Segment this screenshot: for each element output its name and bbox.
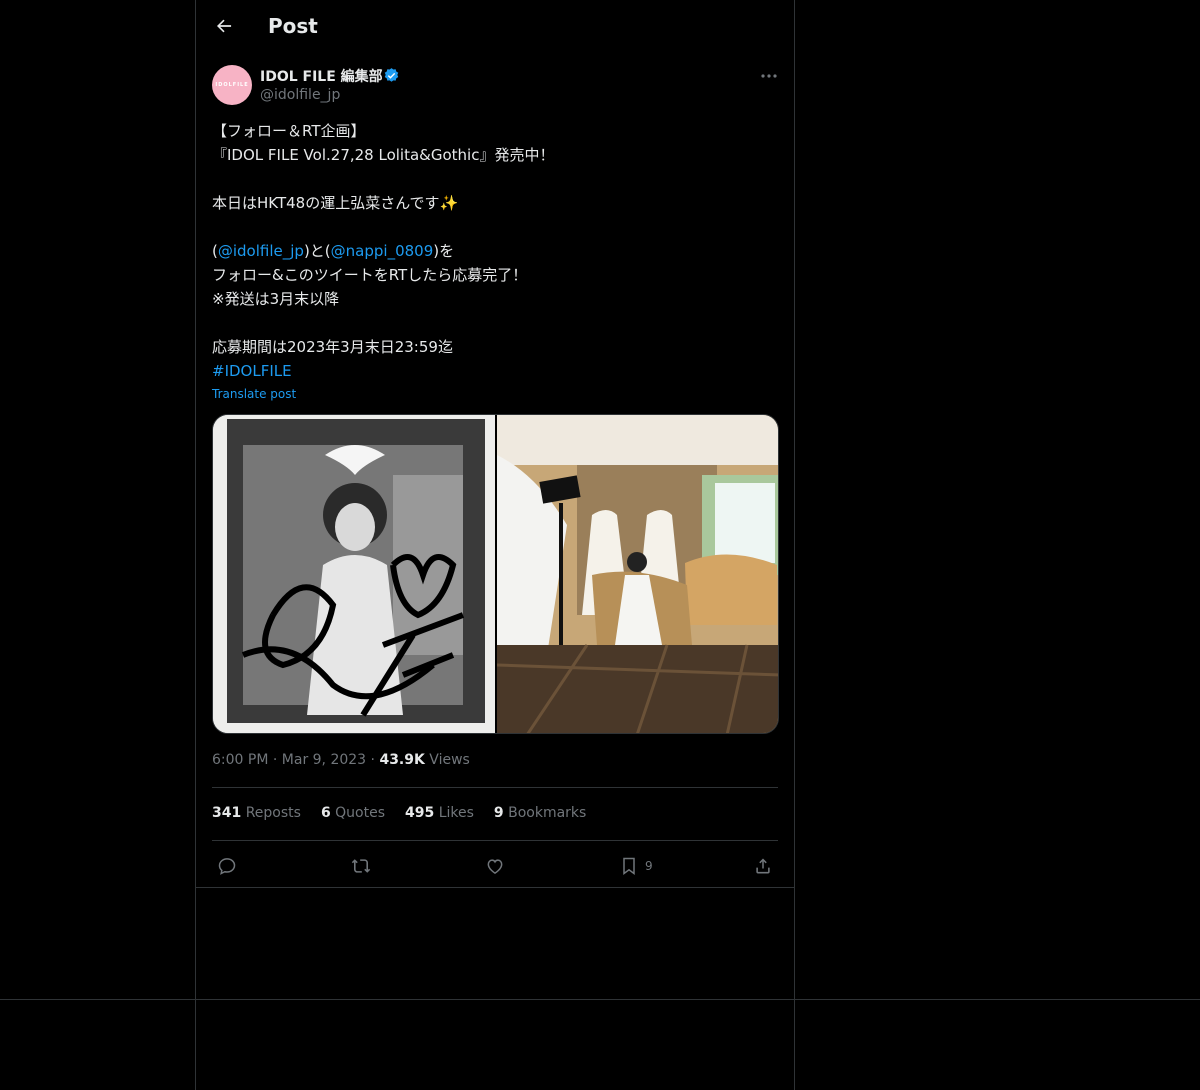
post-bottom-divider	[196, 887, 794, 888]
mention-link[interactable]: @idolfile_jp	[218, 242, 304, 260]
like-button[interactable]	[485, 852, 505, 880]
hashtag-link[interactable]: #IDOLFILE	[212, 362, 292, 380]
stats-divider-bottom	[212, 840, 778, 841]
bookmark-button[interactable]: 9	[619, 852, 653, 880]
page-title: Post	[268, 14, 318, 38]
bookmarks-label: Bookmarks	[508, 805, 587, 821]
reply-button[interactable]	[217, 852, 237, 880]
reposts-stat[interactable]: 341 Reposts	[212, 805, 301, 821]
bookmark-icon	[623, 857, 635, 875]
reposts-label: Reposts	[245, 805, 301, 821]
post-text-fragment: )と(	[303, 242, 331, 260]
repost-button[interactable]	[351, 852, 371, 880]
sparkles-emoji-icon: ✨	[439, 194, 459, 212]
post-timestamp: 6:00 PM · Mar 9, 2023 · 43.9K Views	[212, 752, 470, 768]
post-blank-line	[212, 167, 778, 191]
post-time[interactable]: 6:00 PM	[212, 752, 268, 768]
post-text: 【フォロー＆RT企画】 『IDOL FILE Vol.27,28 Lolita&…	[212, 119, 778, 383]
signed-polaroid-photo[interactable]	[213, 415, 495, 733]
engagement-stats: 341 Reposts 6 Quotes 495 Likes 9 Bookmar…	[212, 805, 586, 821]
avatar[interactable]: IDOLFILE	[212, 65, 252, 105]
quotes-stat[interactable]: 6 Quotes	[321, 805, 385, 821]
back-button[interactable]	[210, 12, 238, 40]
views-count: 43.9K	[379, 752, 425, 768]
post-line: ※発送は3月末以降	[212, 290, 340, 308]
quotes-count: 6	[320, 805, 331, 821]
post-line: #IDOLFILE	[212, 359, 778, 383]
translate-post-link[interactable]: Translate post	[212, 387, 296, 401]
bookmarks-stat[interactable]: 9 Bookmarks	[494, 805, 586, 821]
avatar-logo-text: IDOLFILE	[215, 82, 249, 88]
likes-count: 495	[405, 805, 435, 821]
reply-icon	[218, 858, 236, 875]
quotes-label: Quotes	[335, 805, 385, 821]
heart-icon	[487, 859, 503, 874]
studio-photo[interactable]	[497, 415, 778, 733]
bookmark-count: 9	[645, 859, 653, 873]
share-icon	[756, 858, 770, 874]
stats-divider-top	[212, 787, 778, 788]
post-blank-line	[212, 311, 778, 335]
more-options-button[interactable]	[756, 66, 782, 86]
post-line: (@idolfile_jp)と(@nappi_0809)を	[212, 239, 778, 263]
studio-image	[497, 415, 778, 733]
post-line: 本日はHKT48の運上弘菜さんです✨	[212, 191, 778, 215]
more-dots-icon	[761, 74, 777, 78]
post-line: 応募期間は2023年3月末日23:59迄	[212, 338, 453, 356]
post-header: Post	[196, 0, 794, 53]
separator-dot: ·	[272, 752, 278, 768]
author-handle[interactable]: @idolfile_jp	[260, 87, 340, 103]
verified-badge-icon	[384, 68, 399, 82]
arrow-left-icon	[217, 19, 232, 33]
views-label: Views	[429, 752, 470, 768]
separator-dot: ·	[370, 752, 375, 768]
media-grid	[212, 414, 779, 734]
post-line-text: 本日はHKT48の運上弘菜さんです	[212, 194, 440, 212]
bookmarks-count: 9	[493, 805, 504, 821]
post-blank-line	[212, 215, 778, 239]
post-text-fragment: )を	[433, 242, 455, 260]
reposts-count: 341	[212, 805, 242, 821]
post-line: 『IDOL FILE Vol.27,28 Lolita&Gothic』発売中！	[212, 146, 555, 164]
action-bar: 9	[212, 852, 778, 880]
main-column: Post IDOLFILE IDOL FILE 編集部 @idolfile_jp…	[195, 0, 795, 1090]
likes-label: Likes	[438, 805, 474, 821]
likes-stat[interactable]: 495 Likes	[405, 805, 474, 821]
post-line: 【フォロー＆RT企画】	[212, 122, 366, 140]
repost-icon	[351, 859, 371, 873]
share-button[interactable]	[753, 852, 773, 880]
post-line: フォロー&このツイートをRTしたら応募完了！	[212, 266, 528, 284]
post-date[interactable]: Mar 9, 2023	[282, 752, 366, 768]
signed-polaroid-image	[213, 415, 495, 733]
author-display-name[interactable]: IDOL FILE 編集部	[260, 66, 383, 86]
mention-link[interactable]: @nappi_0809	[331, 242, 434, 260]
